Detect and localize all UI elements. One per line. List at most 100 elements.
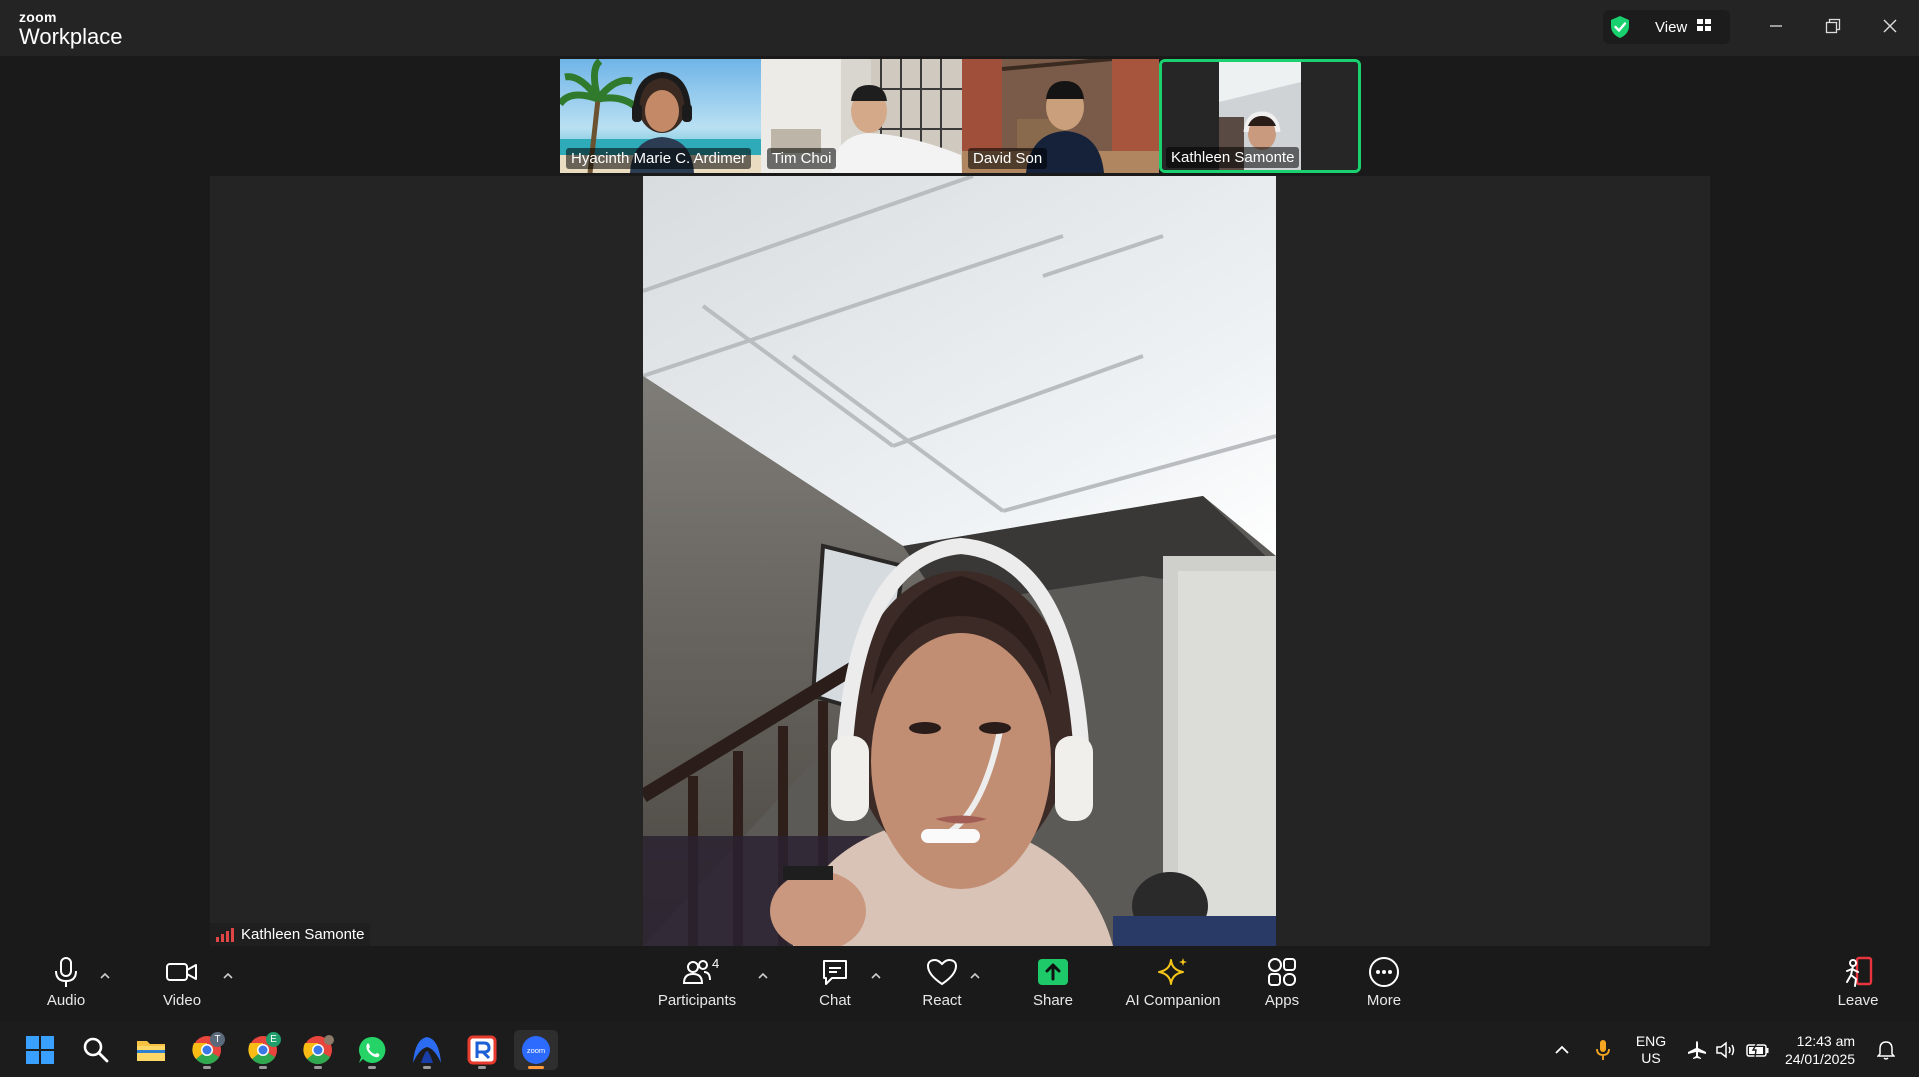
windows-logo-icon (26, 1036, 54, 1064)
participant-thumbnail-active[interactable]: Kathleen Samonte (1159, 59, 1361, 173)
folder-icon (137, 1041, 165, 1061)
restore-button[interactable] (1809, 8, 1857, 44)
participants-label: Participants (657, 992, 737, 1009)
chevron-up-icon (1555, 1045, 1569, 1054)
participants-count: 4 (712, 956, 720, 971)
audio-label: Audio (46, 992, 86, 1009)
participant-thumbnail[interactable]: Hyacinth Marie C. Ardimer (560, 59, 761, 173)
chevron-up-icon (223, 973, 233, 979)
chat-icon (820, 954, 850, 990)
participants-icon: 4 (682, 954, 719, 990)
r-app-icon (467, 1035, 497, 1065)
restore-icon (1825, 18, 1841, 34)
red-r-app-button[interactable] (460, 1030, 504, 1070)
share-button[interactable]: Share (1003, 954, 1103, 1016)
ai-companion-button[interactable]: AI Companion (1113, 954, 1233, 1016)
microphone-icon (53, 954, 79, 990)
video-camera-icon (166, 954, 198, 990)
start-button[interactable] (18, 1030, 62, 1070)
file-explorer-button[interactable] (129, 1030, 173, 1070)
meeting-toolbar: Audio Video 4 Participants Chat React Sh… (0, 946, 1919, 1022)
active-speaker-name: Kathleen Samonte (241, 926, 365, 943)
participant-name: David Son (968, 148, 1048, 169)
chrome-profile-badge: E (266, 1032, 281, 1047)
clock-date: 24/01/2025 (1784, 1050, 1856, 1067)
video-options-caret[interactable] (218, 966, 238, 986)
chevron-up-icon (758, 973, 768, 979)
brand-large: Workplace (19, 24, 123, 49)
leave-icon (1841, 954, 1875, 990)
volume-button[interactable] (1714, 1022, 1740, 1077)
windows-taskbar: T E zoom ENG US 12:43 am 24/01/2025 (0, 1022, 1919, 1077)
running-indicator (423, 1066, 431, 1069)
running-indicator (314, 1066, 322, 1069)
zoom-taskbar-button[interactable]: zoom (514, 1030, 558, 1070)
brand-small: zoom (19, 9, 57, 25)
battery-button[interactable] (1744, 1022, 1772, 1077)
close-button[interactable] (1866, 8, 1914, 44)
clock-time: 12:43 am (1796, 1032, 1856, 1049)
participant-thumbnail[interactable]: David Son (962, 59, 1159, 173)
share-screen-icon (1037, 954, 1069, 990)
search-button[interactable] (74, 1030, 118, 1070)
more-button[interactable]: More (1334, 954, 1434, 1016)
whatsapp-button[interactable] (350, 1030, 394, 1070)
bell-icon (1877, 1040, 1895, 1060)
video-label: Video (162, 992, 202, 1009)
leave-button[interactable]: Leave (1808, 954, 1908, 1016)
search-icon (83, 1037, 109, 1063)
language-code: ENG (1635, 1032, 1667, 1049)
view-label: View (1655, 18, 1688, 36)
running-indicator (368, 1066, 376, 1069)
show-hidden-icons-button[interactable] (1548, 1022, 1576, 1077)
chevron-up-icon (970, 973, 980, 979)
video-button[interactable]: Video (132, 954, 232, 1016)
speaker-video-frame (643, 176, 1276, 946)
zoom-icon: zoom (522, 1036, 550, 1064)
chrome-profile-e-button[interactable]: E (241, 1030, 285, 1070)
react-options-caret[interactable] (965, 966, 985, 986)
wing-app-icon (413, 1037, 441, 1063)
title-bar: zoom Workplace View (0, 0, 1919, 56)
speaker-volume-icon (1716, 1040, 1735, 1059)
clock-button[interactable]: 12:43 am 24/01/2025 (1780, 1022, 1860, 1077)
input-language-button[interactable]: ENG US (1628, 1022, 1674, 1077)
audio-options-caret[interactable] (95, 966, 115, 986)
running-indicator (478, 1066, 486, 1069)
apps-button[interactable]: Apps (1232, 954, 1332, 1016)
chevron-up-icon (871, 973, 881, 979)
participants-options-caret[interactable] (753, 966, 773, 986)
chrome-profile-badge: T (210, 1032, 225, 1047)
svg-text:zoom: zoom (527, 1046, 545, 1055)
chevron-up-icon (100, 973, 110, 979)
more-label: More (1366, 992, 1402, 1009)
gallery-grid-icon (1697, 18, 1712, 36)
microphone-tray-icon (1596, 1039, 1610, 1060)
blue-app-button[interactable] (405, 1030, 449, 1070)
running-indicator (203, 1066, 211, 1069)
apps-icon (1267, 954, 1297, 990)
apps-label: Apps (1264, 992, 1300, 1009)
participant-name: Hyacinth Marie C. Ardimer (566, 148, 752, 169)
whatsapp-icon (358, 1036, 386, 1063)
ai-companion-label: AI Companion (1125, 992, 1221, 1009)
chrome-profile-avatar-button[interactable] (296, 1030, 340, 1070)
participant-thumbnail[interactable]: Tim Choi (761, 59, 962, 173)
airplane-mode-button[interactable] (1684, 1022, 1710, 1077)
encryption-shield-icon[interactable] (1603, 10, 1637, 44)
running-indicator (259, 1066, 267, 1069)
chat-options-caret[interactable] (866, 966, 886, 986)
view-button[interactable]: View (1603, 10, 1730, 44)
participant-name: Kathleen Samonte (1166, 147, 1300, 168)
active-speaker-video (643, 176, 1276, 946)
sparkle-icon (1157, 954, 1189, 990)
participants-button[interactable]: 4 Participants (647, 954, 747, 1016)
minimize-button[interactable] (1752, 8, 1800, 44)
chrome-profile-t-button[interactable]: T (185, 1030, 229, 1070)
notifications-button[interactable] (1872, 1022, 1900, 1077)
more-icon (1368, 954, 1400, 990)
signal-strength-icon (216, 927, 234, 942)
close-icon (1883, 19, 1897, 33)
microphone-in-use-button[interactable] (1590, 1022, 1616, 1077)
participant-name: Tim Choi (767, 148, 837, 169)
